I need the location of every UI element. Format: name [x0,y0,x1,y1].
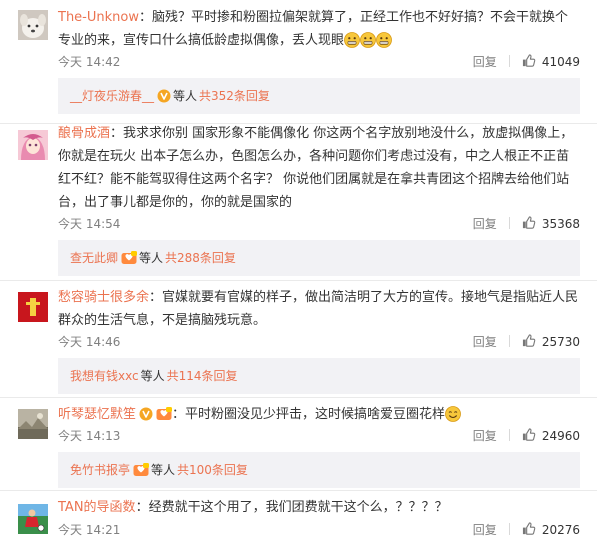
comment-username[interactable]: 酿骨成酒 [58,126,110,141]
comment-meta: 今天 14:21 回复 20276 [58,521,580,539]
reply-summary[interactable]: 我想有钱xxc 等人 共114条回复 [58,358,580,394]
reply-etc-text: 等人 [151,463,176,477]
reply-username[interactable]: 查无此卿 [70,251,118,265]
reply-count-link[interactable]: 共114条回复 [167,369,238,383]
comment-text: 平时粉圈没见少抨击，这时候搞啥爱豆圈花样 [185,407,446,422]
comment-feed: The-Unknow：脑残？平时掺和粉圈拉偏架就算了，正经工作也不好好搞？不会干… [0,0,597,550]
comment-divider [0,280,597,281]
reply-username[interactable]: 我想有钱xxc [70,369,139,383]
reply-summary[interactable]: 查无此卿 等人 共288条回复 [58,240,580,276]
reply-button[interactable]: 回复 [473,215,497,233]
reply-etc-text: 等人 [139,251,164,265]
comment-time: 今天 14:13 [58,429,121,443]
thumbs-up-icon [522,216,536,229]
action-divider [508,523,510,535]
white-puppy-avatar[interactable] [18,10,48,40]
like-count: 24960 [541,429,580,443]
landscape-avatar[interactable] [18,409,48,439]
action-divider [508,55,510,67]
fan-badge-icon [121,251,138,265]
comment-body: 听琴瑟忆默笙 ：平时粉圈没见少抨击，这时候搞啥爱豆圈花样 [58,403,580,430]
soccer-player-avatar[interactable] [18,504,48,534]
reply-username[interactable]: 免竹书报亭 [70,463,130,477]
comment-username[interactable]: TAN的导函数 [58,500,136,515]
reply-summary[interactable]: __灯夜乐游春__ 等人 共352条回复 [58,78,580,114]
comment-text: 我求求你别 国家形象不能偶像化 你这两个名字放别地没什么，放虚拟偶像上，你就是在… [58,126,574,210]
reply-etc-text: 等人 [173,89,198,103]
reply-count-link[interactable]: 共288条回复 [165,251,236,265]
reply-button[interactable]: 回复 [473,53,497,71]
comment-body: The-Unknow：脑残？平时掺和粉圈拉偏架就算了，正经工作也不好好搞？不会干… [58,6,580,56]
comment-meta: 今天 14:13 回复 24960 [58,427,580,445]
comment-divider [0,397,597,398]
reply-button[interactable]: 回复 [473,333,497,351]
comment-username[interactable]: The-Unknow [58,10,139,25]
fan-badge-icon [133,463,150,477]
comment-meta: 今天 14:46 回复 25730 [58,333,580,351]
like-count: 20276 [541,523,580,537]
reply-etc-text: 等人 [140,369,165,383]
like-count: 41049 [541,55,580,69]
comment-time: 今天 14:46 [58,335,121,349]
thumbs-up-icon [522,522,536,535]
like-button[interactable]: 35368 [522,215,580,233]
action-divider [508,217,510,229]
comment-time: 今天 14:42 [58,55,121,69]
comment-text: 经费就干这个用了，我们团费就干这个么，？？？？ [148,500,448,515]
fan-badge-icon [156,407,173,421]
comment-time: 今天 14:54 [58,217,121,231]
like-button[interactable]: 25730 [522,333,580,351]
like-button[interactable]: 20276 [522,521,580,539]
comment-time: 今天 14:21 [58,523,121,537]
thumbs-up-icon [522,54,536,67]
reply-button[interactable]: 回复 [473,427,497,445]
like-button[interactable]: 41049 [522,53,580,71]
like-count: 35368 [541,217,580,231]
action-divider [508,335,510,347]
comment-body: TAN的导函数：经费就干这个用了，我们团费就干这个么，？？？？ [58,500,448,515]
like-count: 25730 [541,335,580,349]
reply-username[interactable]: __灯夜乐游春__ [70,89,154,103]
reply-count-link[interactable]: 共352条回复 [199,89,270,103]
comment-username[interactable]: 愁容骑士很多余 [58,290,149,305]
vip-v-badge-icon [139,407,154,421]
anime-girl-avatar[interactable] [18,130,48,160]
comment-body: 酿骨成酒：我求求你别 国家形象不能偶像化 你这两个名字放别地没什么，放虚拟偶像上… [58,126,574,210]
comment-meta: 今天 14:42 回复 41049 [58,53,580,71]
reply-button[interactable]: 回复 [473,521,497,539]
thumbs-up-icon [522,428,536,441]
comment-username[interactable]: 听琴瑟忆默笙 [58,407,136,422]
reply-summary[interactable]: 免竹书报亭 等人 共100条回复 [58,452,580,488]
reply-count-link[interactable]: 共100条回复 [177,463,248,477]
comment-body: 愁容骑士很多余：官媒就要有官媒的样子，做出简洁明了大方的宣传。接地气是指贴近人民… [58,290,579,328]
thumbs-up-icon [522,334,536,347]
action-divider [508,429,510,441]
comment-meta: 今天 14:54 回复 35368 [58,215,580,233]
red-poster-avatar[interactable] [18,292,48,322]
comment-divider [0,490,597,491]
vip-v-badge-icon [157,89,172,103]
like-button[interactable]: 24960 [522,427,580,445]
